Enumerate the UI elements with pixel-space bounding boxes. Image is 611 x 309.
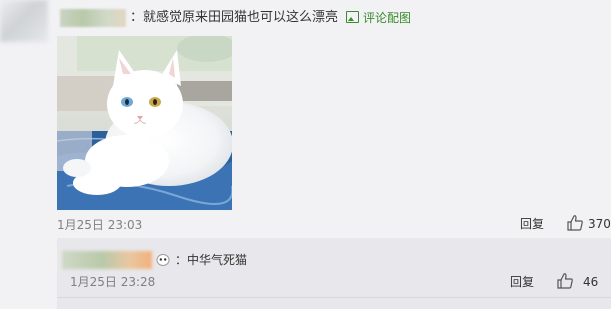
comment-photo-link[interactable]: 评论配图 (346, 9, 411, 27)
comment-photo-cat[interactable] (57, 36, 232, 210)
comment-photo-link-label: 评论配图 (363, 11, 412, 25)
reply-reply-button[interactable]: 回复 (510, 274, 534, 290)
thumbs-up-icon (557, 273, 573, 289)
commenter-name-blurred[interactable] (60, 9, 126, 27)
comment-like-count: 370 (588, 217, 611, 231)
replier-badge-icon[interactable] (155, 252, 171, 266)
comment-time: 1月25日 23:03 (57, 218, 143, 232)
comment-like-button[interactable] (566, 214, 584, 236)
reply-divider (57, 297, 611, 298)
reply-text: ：中华气死猫 (175, 253, 248, 267)
comment-text: ：就感觉原来田园猫也可以这么漂亮 (130, 10, 339, 25)
reply-time: 1月25日 23:28 (70, 275, 156, 289)
thumbs-up-icon (567, 215, 583, 231)
comment-reply-button[interactable]: 回复 (520, 216, 544, 232)
commenter-avatar-blurred[interactable] (0, 0, 48, 42)
reply-like-count: 46 (583, 275, 599, 289)
white-cat-image (57, 36, 232, 210)
image-icon (346, 11, 359, 23)
reply-like-button[interactable] (556, 272, 574, 294)
replier-name-blurred[interactable] (62, 251, 152, 269)
